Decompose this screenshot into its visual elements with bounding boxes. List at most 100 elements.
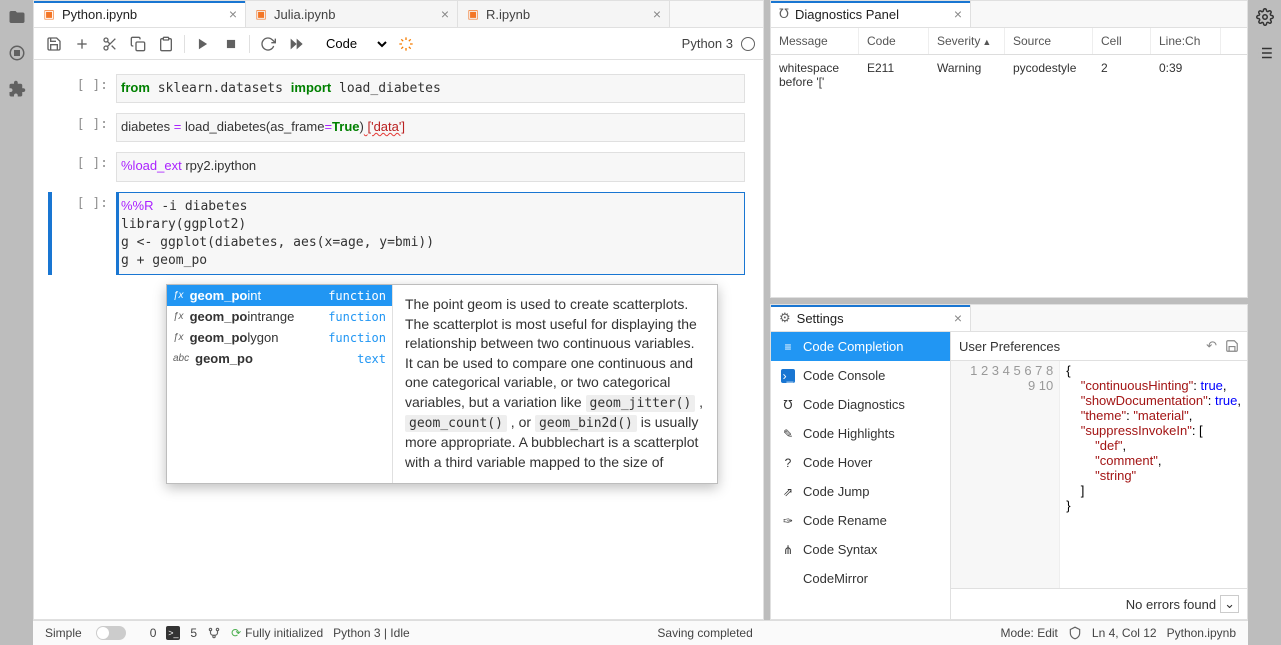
doc-code: geom_bin2d() <box>535 415 637 432</box>
status-kernel[interactable]: Python 3 | Idle <box>333 626 410 640</box>
tab-python[interactable]: Python.ipynb × <box>34 1 246 27</box>
nav-code-diagnostics[interactable]: ℧ Code Diagnostics <box>771 390 950 419</box>
code-content[interactable]: %%R -i diabetes library(ggplot2) g <- gg… <box>116 192 745 276</box>
col-severity[interactable]: Severity▲ <box>929 28 1005 54</box>
cell-type-select[interactable]: Code <box>318 33 390 55</box>
close-icon[interactable]: × <box>645 6 661 22</box>
col-cell[interactable]: Cell <box>1093 28 1151 54</box>
gear-icon: ⚙ <box>779 310 791 326</box>
nav-code-rename[interactable]: ✑Code Rename <box>771 506 950 535</box>
nav-code-completion[interactable]: ≡Code Completion <box>771 332 950 361</box>
chevron-down-icon[interactable]: ⌄ <box>1220 595 1239 613</box>
sliders-icon[interactable] <box>1256 8 1274 26</box>
completion-match: geom_po <box>190 309 248 324</box>
code-cell[interactable]: [ ]: %load_ext rpy2.ipython <box>48 152 745 181</box>
col-linech[interactable]: Line:Ch <box>1151 28 1221 54</box>
check-icon: ⟳ <box>231 626 241 640</box>
doc-text: The point geom is used to create scatter… <box>405 296 697 410</box>
terminal-icon[interactable]: >_ <box>166 626 180 640</box>
completion-item[interactable]: abc geom_po text <box>167 348 392 369</box>
save-icon[interactable] <box>42 32 66 56</box>
completion-kind: text <box>357 352 386 366</box>
status-mode[interactable]: Mode: Edit <box>1001 626 1058 640</box>
restart-icon[interactable] <box>256 32 280 56</box>
col-code[interactable]: Code <box>859 28 929 54</box>
fast-forward-icon[interactable] <box>284 32 308 56</box>
tab-julia[interactable]: Julia.ipynb × <box>246 1 458 27</box>
close-icon[interactable]: × <box>946 310 962 326</box>
nav-label: Code Diagnostics <box>803 397 905 412</box>
completion-match: geom_po <box>190 330 248 345</box>
run-icon[interactable] <box>191 32 215 56</box>
simple-toggle[interactable] <box>96 626 126 640</box>
notebook-body[interactable]: [ ]: from sklearn.datasets import load_d… <box>34 60 763 619</box>
tab-label: Settings <box>797 311 844 326</box>
heading-icon[interactable] <box>394 32 418 56</box>
nav-codemirror[interactable]: CodeMirror <box>771 564 950 593</box>
code-text: diabetes <box>121 119 174 134</box>
nav-code-syntax[interactable]: ⋔Code Syntax <box>771 535 950 564</box>
status-cursor[interactable]: Ln 4, Col 12 <box>1092 626 1157 640</box>
diagnostics-panel: ℧ Diagnostics Panel × Message Code Sever… <box>770 0 1248 298</box>
close-icon[interactable]: × <box>946 6 962 22</box>
extension-icon[interactable] <box>8 80 26 98</box>
stop-icon[interactable] <box>219 32 243 56</box>
completion-popup: ƒx geom_point function ƒx geom_pointrang… <box>166 284 718 484</box>
stethoscope-icon: ℧ <box>781 398 795 412</box>
settings-json-editor[interactable]: 1 2 3 4 5 6 7 8 9 10 { "continuousHintin… <box>951 361 1247 588</box>
folder-icon[interactable] <box>8 8 26 26</box>
completion-item[interactable]: ƒx geom_point function <box>167 285 392 306</box>
status-file[interactable]: Python.ipynb <box>1167 626 1236 640</box>
code-cell[interactable]: [ ]: diabetes = load_diabetes(as_frame=T… <box>48 113 745 142</box>
notebook-tab-bar: Python.ipynb × Julia.ipynb × R.ipynb × <box>34 1 763 28</box>
kernel-status-icon[interactable] <box>741 37 755 51</box>
nav-code-jump[interactable]: ⇗ Code Jump <box>771 477 950 506</box>
table-header: Message Code Severity▲ Source Cell Line:… <box>771 28 1247 55</box>
toc-icon[interactable] <box>1256 44 1274 62</box>
running-icon[interactable] <box>8 44 26 62</box>
status-count[interactable]: 5 <box>190 626 197 640</box>
doc-text: , <box>695 394 703 410</box>
notebook-icon <box>466 7 480 21</box>
completion-list[interactable]: ƒx geom_point function ƒx geom_pointrang… <box>167 285 393 483</box>
undo-icon[interactable]: ↶ <box>1206 338 1217 354</box>
nav-code-highlights[interactable]: ✎Code Highlights <box>771 419 950 448</box>
table-row[interactable]: whitespace before '[' E211 Warning pycod… <box>771 55 1247 95</box>
tab-settings[interactable]: ⚙ Settings × <box>771 305 971 331</box>
code-text: = <box>324 119 332 134</box>
json-code[interactable]: { "continuousHinting": true, "showDocume… <box>1060 361 1247 588</box>
code-cell-active[interactable]: [ ]: %%R -i diabetes library(ggplot2) g … <box>48 192 745 276</box>
kernel-name[interactable]: Python 3 <box>682 36 733 51</box>
close-icon[interactable]: × <box>433 6 449 22</box>
shield-icon[interactable] <box>1068 626 1082 640</box>
function-icon: ƒx <box>173 311 184 322</box>
copy-icon[interactable] <box>126 32 150 56</box>
nav-label: Code Jump <box>803 484 869 499</box>
col-message[interactable]: Message <box>771 28 859 54</box>
right-activity-bar <box>1248 0 1281 645</box>
nav-label: Code Syntax <box>803 542 877 557</box>
status-count[interactable]: 0 <box>150 626 157 640</box>
tab-label: Python.ipynb <box>62 7 137 22</box>
paste-icon[interactable] <box>154 32 178 56</box>
completion-doc[interactable]: The point geom is used to create scatter… <box>393 285 717 483</box>
tab-r[interactable]: R.ipynb × <box>458 1 670 27</box>
code-cell[interactable]: [ ]: from sklearn.datasets import load_d… <box>48 74 745 103</box>
tab-diagnostics[interactable]: ℧ Diagnostics Panel × <box>771 1 971 27</box>
cut-icon[interactable] <box>98 32 122 56</box>
close-icon[interactable]: × <box>221 6 237 22</box>
cell-code: E211 <box>859 55 929 95</box>
nav-code-hover[interactable]: ?Code Hover <box>771 448 950 477</box>
completion-item[interactable]: ƒx geom_polygon function <box>167 327 392 348</box>
status-lsp[interactable]: ⟳Fully initialized <box>231 626 323 640</box>
add-icon[interactable] <box>70 32 94 56</box>
share-icon: ⇗ <box>781 485 795 499</box>
branch-icon[interactable] <box>207 626 221 640</box>
nav-code-console[interactable]: ›_Code Console <box>771 361 950 390</box>
completion-item[interactable]: ƒx geom_pointrange function <box>167 306 392 327</box>
settings-nav[interactable]: ≡Code Completion ›_Code Console ℧ Code Di… <box>771 332 951 619</box>
terminal-icon: ›_ <box>781 369 795 383</box>
save-icon[interactable] <box>1225 339 1239 353</box>
col-source[interactable]: Source <box>1005 28 1093 54</box>
status-simple[interactable]: Simple <box>45 626 82 640</box>
